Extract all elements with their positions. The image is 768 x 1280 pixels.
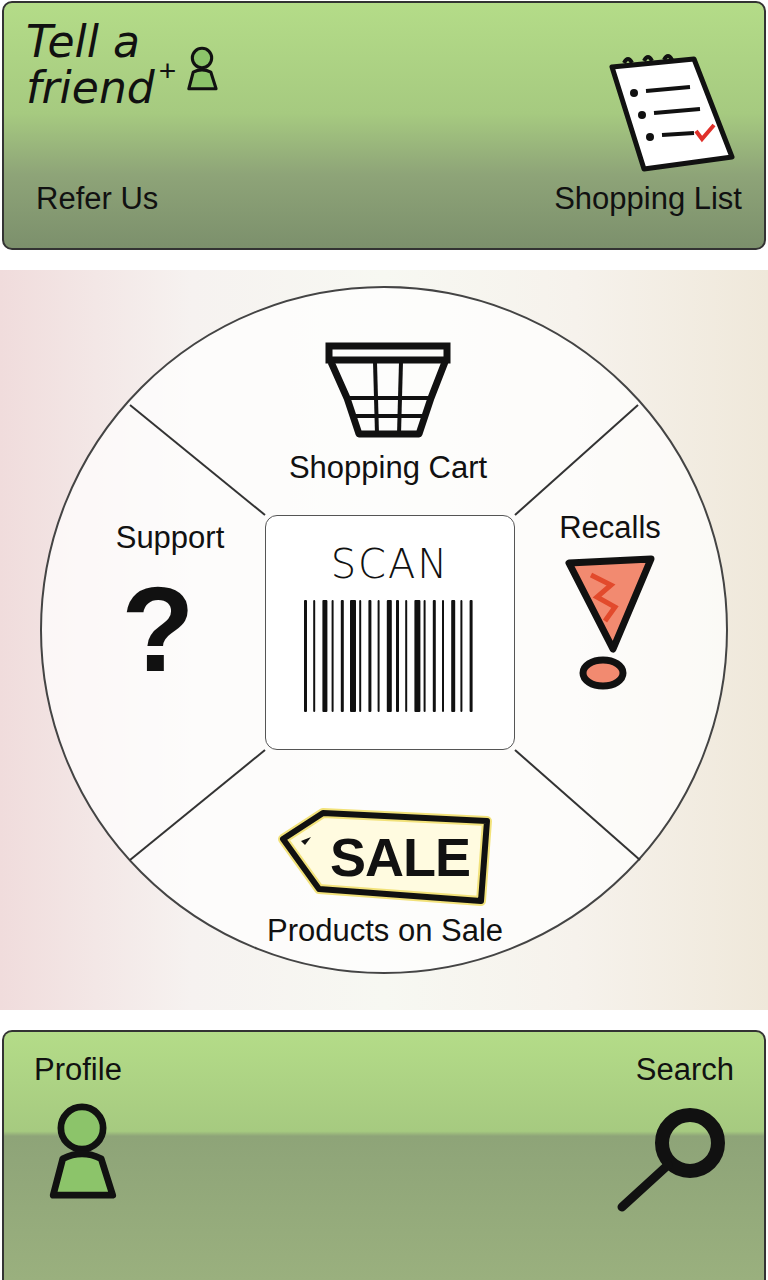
app-screen: Tell afriend+Refer Us Shopping List SCAN Sh… bbox=[0, 0, 768, 1280]
search-button[interactable]: Search bbox=[614, 1054, 734, 1280]
recalls-button[interactable]: Recalls bbox=[540, 512, 680, 693]
friend-icon bbox=[180, 41, 224, 97]
scan-button[interactable]: SCAN bbox=[265, 515, 515, 750]
wheel-area: SCAN Shopping Cart Support? Recalls SALEProd… bbox=[0, 270, 768, 1010]
shopping-list-button[interactable]: Shopping List bbox=[554, 19, 742, 222]
profile-button[interactable]: Profile bbox=[34, 1054, 130, 1280]
shopping-list-icon bbox=[582, 53, 742, 173]
profile-icon bbox=[34, 1097, 130, 1207]
barcode-icon bbox=[300, 596, 480, 716]
tell-a-friend-logo: Tell afriend+ bbox=[26, 19, 224, 111]
magnifier-icon bbox=[614, 1103, 734, 1213]
shopping-cart-button[interactable]: Shopping Cart bbox=[240, 340, 536, 483]
top-bar: Tell afriend+Refer Us Shopping List bbox=[2, 1, 766, 250]
exclamation-icon bbox=[555, 553, 665, 693]
sale-tag-icon: SALE bbox=[275, 805, 495, 909]
bottom-bar: Profile Search bbox=[2, 1030, 766, 1280]
shopping-cart-icon bbox=[323, 340, 453, 440]
support-button[interactable]: Support? bbox=[90, 522, 250, 689]
question-mark-icon: ? bbox=[121, 569, 194, 689]
products-on-sale-button[interactable]: SALEProducts on Sale bbox=[220, 805, 550, 946]
refer-us-button[interactable]: Tell afriend+Refer Us bbox=[26, 19, 224, 222]
